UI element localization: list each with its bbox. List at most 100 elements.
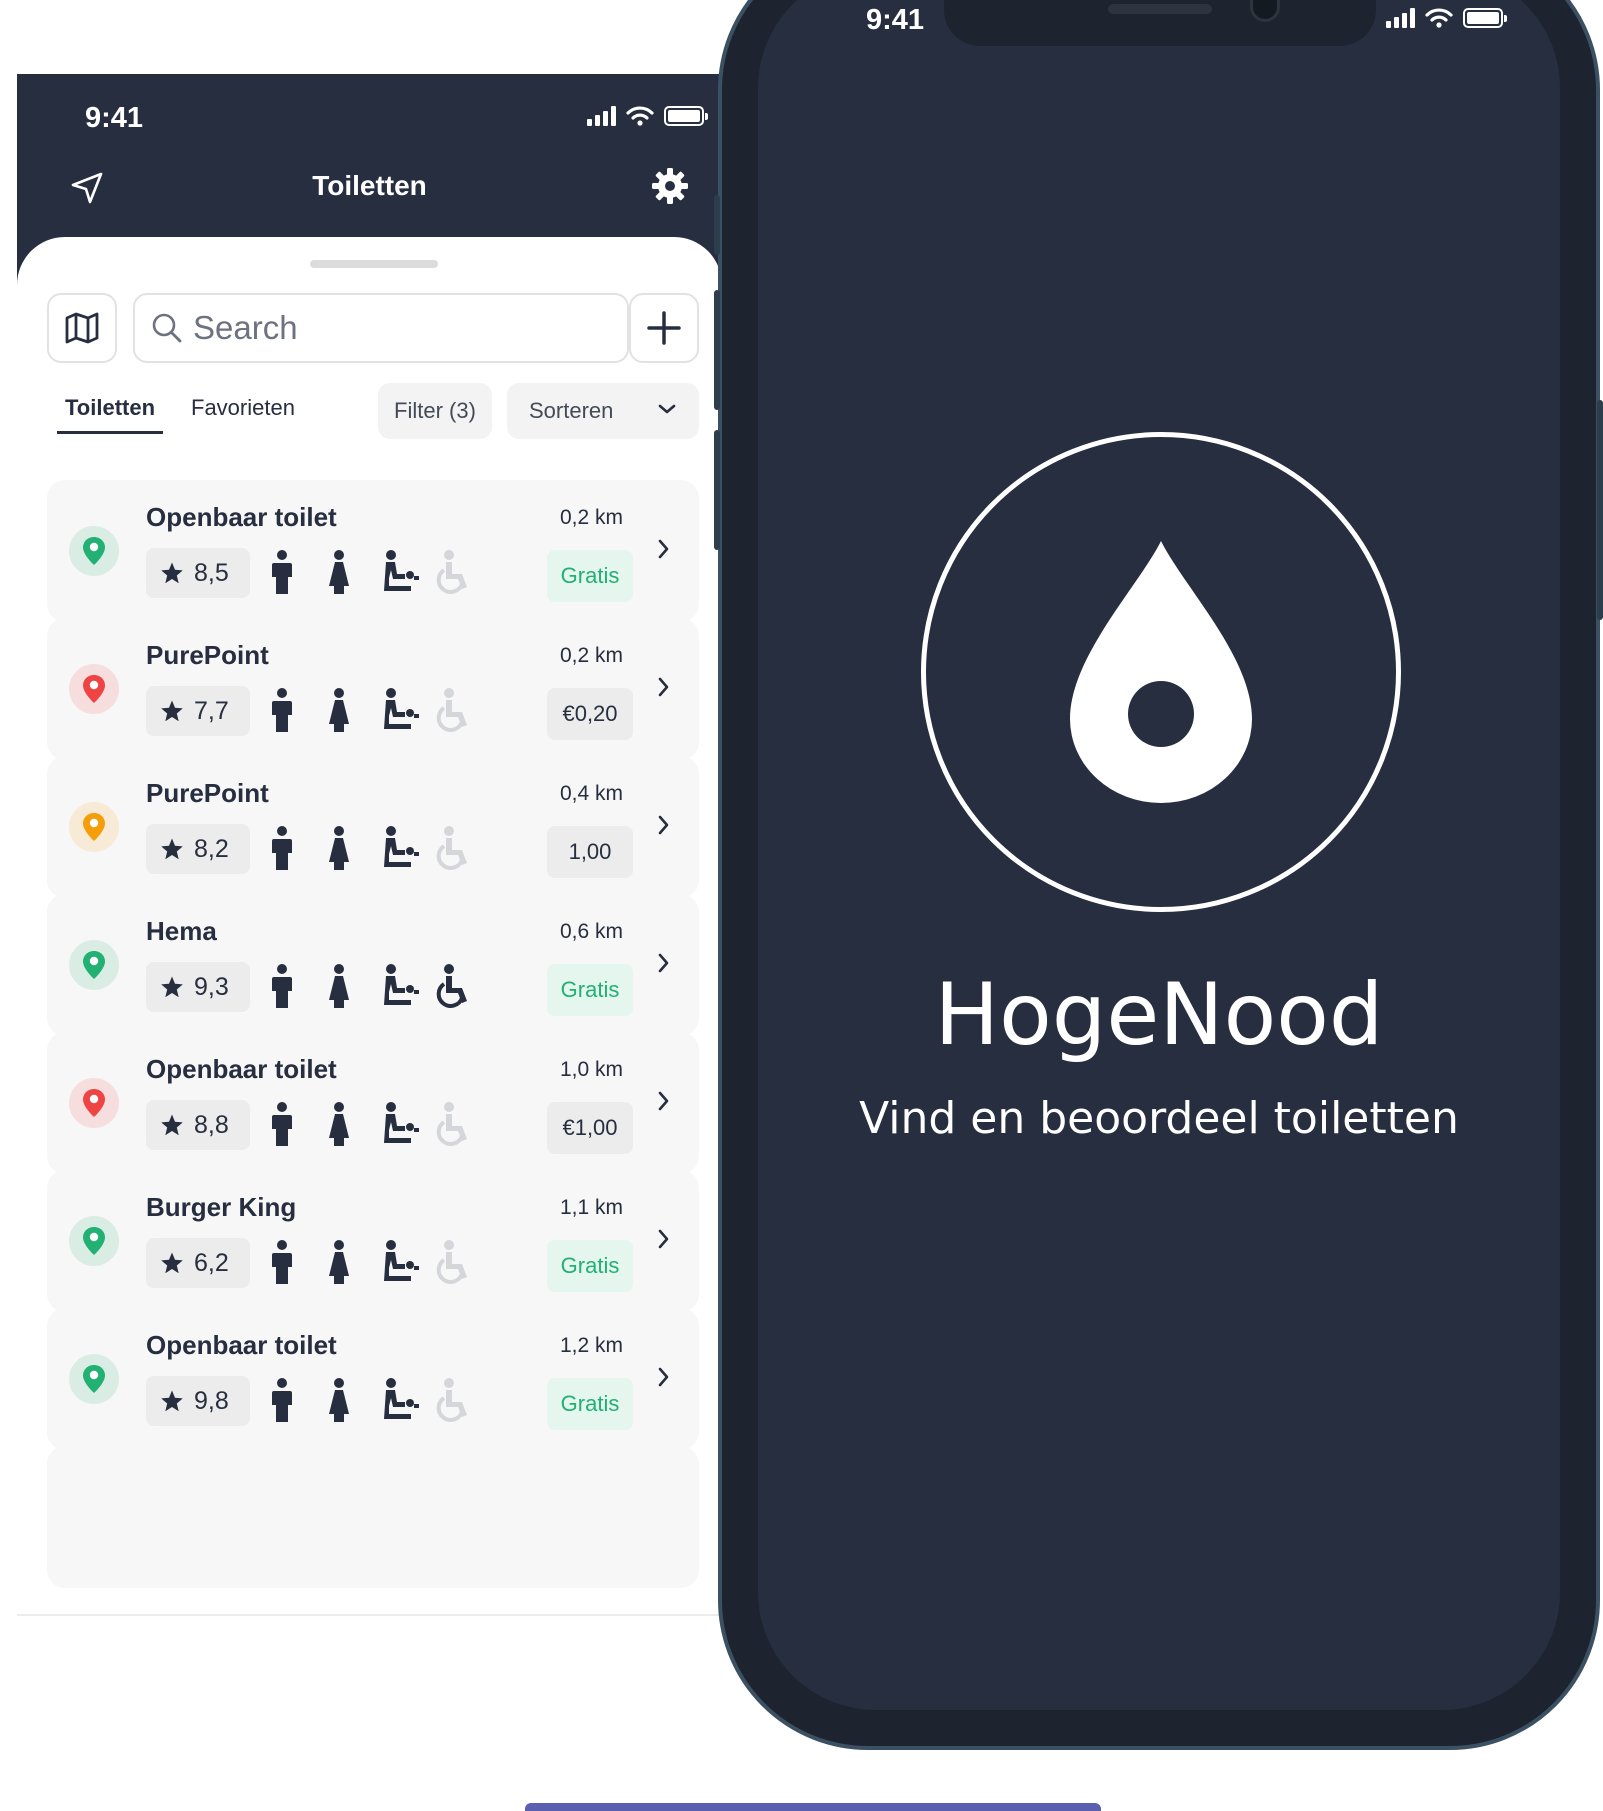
toilet-name: PurePoint bbox=[146, 778, 269, 808]
toilet-distance: 1,1 km bbox=[559, 1196, 623, 1219]
price-badge: €1,00 bbox=[547, 1102, 633, 1154]
list-item[interactable]: Openbaar toilet 1,0 km 8,8 €1,00 bbox=[47, 1032, 699, 1174]
droplet-icon bbox=[1070, 541, 1252, 803]
sheet-grabber[interactable] bbox=[310, 260, 438, 268]
list-item[interactable]: Burger King 1,1 km 6,2 Gratis bbox=[47, 1170, 699, 1312]
wheelchair-icon bbox=[435, 1102, 473, 1151]
map-icon bbox=[65, 312, 99, 344]
location-pin-icon bbox=[69, 940, 119, 990]
female-icon bbox=[328, 1378, 350, 1427]
app-tagline: Vind en beoordeel toiletten bbox=[859, 1093, 1459, 1144]
baby-changing-icon bbox=[381, 1102, 419, 1149]
search-input[interactable] bbox=[193, 309, 623, 347]
chevron-right-icon bbox=[658, 1229, 669, 1249]
rating-badge: 8,2 bbox=[146, 824, 250, 874]
toilet-distance: 0,6 km bbox=[559, 920, 623, 943]
toilet-distance: 1,2 km bbox=[559, 1334, 623, 1357]
location-pin-icon bbox=[69, 802, 119, 852]
location-pin-icon bbox=[69, 1216, 119, 1266]
location-pin-icon bbox=[69, 1354, 119, 1404]
add-button[interactable] bbox=[629, 293, 699, 363]
baby-changing-icon bbox=[381, 964, 419, 1011]
wheelchair-icon bbox=[435, 1378, 473, 1427]
list-item[interactable]: PurePoint 0,4 km 8,2 1,00 bbox=[47, 756, 699, 898]
rating-badge: 7,7 bbox=[146, 686, 250, 736]
toilet-distance: 1,0 km bbox=[559, 1058, 623, 1081]
camera-icon bbox=[1250, 0, 1280, 22]
location-pin-icon bbox=[69, 1078, 119, 1128]
battery-icon bbox=[664, 106, 708, 126]
battery-icon bbox=[1463, 8, 1507, 28]
baby-changing-icon bbox=[381, 826, 419, 873]
toilet-name: Burger King bbox=[146, 1192, 297, 1222]
tab-favorieten[interactable]: Favorieten bbox=[191, 395, 295, 421]
toilet-distance: 0,2 km bbox=[559, 644, 623, 667]
toilet-name: Openbaar toilet bbox=[146, 1330, 337, 1360]
wifi-icon bbox=[626, 106, 654, 126]
wheelchair-icon bbox=[435, 826, 473, 875]
star-icon bbox=[161, 1114, 183, 1136]
toilet-name: Openbaar toilet bbox=[146, 502, 337, 532]
chevron-right-icon bbox=[658, 1091, 669, 1111]
location-pin-icon bbox=[69, 664, 119, 714]
status-time: 9:41 bbox=[85, 102, 144, 134]
page-title: Toiletten bbox=[312, 170, 427, 201]
wheelchair-icon bbox=[435, 688, 473, 737]
status-icons bbox=[1386, 8, 1507, 28]
phone-notch bbox=[944, 0, 1376, 46]
baby-changing-icon bbox=[381, 550, 419, 597]
baby-changing-icon bbox=[381, 1240, 419, 1287]
male-icon bbox=[271, 964, 293, 1013]
tab-toiletten[interactable]: Toiletten bbox=[57, 395, 164, 434]
volume-up-button bbox=[714, 290, 720, 410]
rating-badge: 9,8 bbox=[146, 1376, 250, 1426]
rating-value: 9,8 bbox=[194, 1386, 229, 1415]
chevron-right-icon bbox=[658, 1367, 669, 1387]
chevron-right-icon bbox=[658, 539, 669, 559]
speaker-grille bbox=[1108, 4, 1212, 14]
wifi-icon bbox=[1425, 8, 1453, 28]
male-icon bbox=[271, 826, 293, 875]
search-field[interactable] bbox=[133, 293, 629, 363]
toilet-name: Openbaar toilet bbox=[146, 1054, 337, 1084]
wheelchair-icon bbox=[435, 964, 473, 1013]
rating-badge: 8,5 bbox=[146, 548, 250, 598]
star-icon bbox=[161, 700, 183, 722]
male-icon bbox=[271, 1240, 293, 1289]
list-item[interactable]: Hema 0,6 km 9,3 Gratis bbox=[47, 894, 699, 1036]
female-icon bbox=[328, 826, 350, 875]
rating-badge: 6,2 bbox=[146, 1238, 250, 1288]
rating-value: 8,8 bbox=[194, 1110, 229, 1139]
toilet-name: PurePoint bbox=[146, 640, 269, 670]
price-badge: Gratis bbox=[547, 964, 633, 1016]
male-icon bbox=[271, 688, 293, 737]
rating-value: 9,3 bbox=[194, 972, 229, 1001]
status-icons bbox=[587, 106, 708, 126]
male-icon bbox=[271, 1102, 293, 1151]
marketing-stage: 9:41 Toiletten Search Toiletten Favoriet… bbox=[0, 0, 1603, 1811]
list-item[interactable] bbox=[47, 1446, 699, 1588]
female-icon bbox=[328, 1240, 350, 1289]
price-badge: Gratis bbox=[547, 550, 633, 602]
app-name: HogeNood bbox=[934, 965, 1384, 1065]
toilet-name: Hema bbox=[146, 916, 217, 946]
list-item[interactable]: PurePoint 0,2 km 7,7 €0,20 bbox=[47, 618, 699, 760]
sort-button[interactable]: Sorteren bbox=[507, 383, 699, 439]
wheelchair-icon bbox=[435, 1240, 473, 1289]
female-icon bbox=[328, 550, 350, 599]
toilet-distance: 0,2 km bbox=[559, 506, 623, 529]
filter-button[interactable]: Filter (3) bbox=[378, 383, 492, 439]
rating-badge: 8,8 bbox=[146, 1100, 250, 1150]
male-icon bbox=[271, 1378, 293, 1427]
search-icon bbox=[152, 313, 182, 343]
wheelchair-icon bbox=[435, 550, 473, 599]
list-item[interactable]: Openbaar toilet 1,2 km 9,8 Gratis bbox=[47, 1308, 699, 1450]
gear-icon[interactable] bbox=[646, 162, 694, 210]
map-button[interactable] bbox=[47, 293, 117, 363]
rating-value: 8,2 bbox=[194, 834, 229, 863]
chevron-down-icon bbox=[658, 404, 676, 414]
chevron-right-icon bbox=[658, 953, 669, 973]
list-item[interactable]: Openbaar toilet 0,2 km 8,5 Gratis bbox=[47, 480, 699, 622]
bottom-sheet: Toiletten Favorieten Filter (3) Sorteren… bbox=[17, 237, 722, 1616]
baby-changing-icon bbox=[381, 1378, 419, 1425]
